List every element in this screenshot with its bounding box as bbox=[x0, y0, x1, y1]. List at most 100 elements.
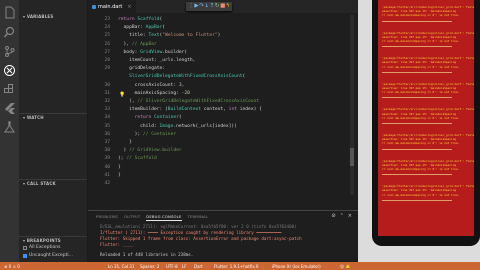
code-line[interactable]: } bbox=[118, 165, 121, 170]
breakpoint-uncaught-exceptions[interactable]: Uncaught Excepti... bbox=[23, 253, 73, 258]
status-problems[interactable]: ⊗ 0 ⚠ 0 bbox=[4, 264, 20, 269]
variables-section-title[interactable]: VARIABLES bbox=[23, 14, 53, 19]
line-number: 41 bbox=[104, 172, 110, 178]
error-separator bbox=[382, 123, 452, 124]
breakpoint-label: Uncaught Excepti... bbox=[29, 253, 73, 258]
code-line[interactable]: ), // SliverGridDelegateWithFixedCrossAx… bbox=[118, 99, 259, 104]
status-indentation[interactable]: Spaces: 2 bbox=[140, 264, 159, 269]
status-language[interactable]: Dart bbox=[194, 264, 203, 269]
status-flutter-version[interactable]: Flutter: 1.9.1+hotfix.6 bbox=[214, 264, 259, 269]
extensions-icon[interactable] bbox=[3, 83, 16, 96]
clear-console-icon[interactable]: ⊘ bbox=[331, 213, 335, 219]
line-number: 38 bbox=[104, 148, 110, 154]
activity-bar bbox=[0, 0, 19, 262]
watch-section-title[interactable]: WATCH bbox=[23, 115, 44, 120]
status-cursor-position[interactable]: Ln 31, Col 31 bbox=[108, 264, 134, 269]
debug-icon[interactable] bbox=[3, 64, 16, 77]
breakpoint-all-exceptions[interactable]: All Exceptions bbox=[23, 245, 61, 250]
call-stack-section-title[interactable]: CALL STACK bbox=[23, 181, 56, 186]
error-separator bbox=[382, 46, 452, 48]
test-icon[interactable] bbox=[3, 121, 16, 134]
close-icon[interactable]: × bbox=[127, 4, 131, 10]
search-icon[interactable] bbox=[3, 26, 16, 39]
tab-problems[interactable]: PROBLEMS bbox=[96, 214, 118, 221]
continue-icon[interactable]: ▶ bbox=[194, 2, 198, 11]
line-number: 32 bbox=[104, 99, 110, 104]
lightbulb-icon[interactable]: 💡 bbox=[119, 92, 125, 98]
code-line[interactable]: } bbox=[118, 173, 121, 178]
line-number: 23 bbox=[104, 17, 110, 22]
code-line[interactable]: return Container( bbox=[118, 115, 182, 120]
line-number: 33 bbox=[104, 107, 110, 113]
code-line[interactable]: child: Image.network(_urls[index])) bbox=[118, 124, 237, 129]
checkbox[interactable] bbox=[23, 245, 27, 250]
status-notifications[interactable]: ☺ 🔔 bbox=[340, 264, 350, 269]
line-number: 39 bbox=[104, 156, 110, 162]
code-line[interactable]: title: Text("Welcome to Flutter") bbox=[118, 33, 220, 38]
line-number: 37 bbox=[104, 140, 110, 145]
error-text-line: != null && mainAxisSpacing >= 0': is not… bbox=[382, 64, 460, 69]
line-number: 31 bbox=[104, 90, 110, 96]
tab-main-dart[interactable]: main.dart × bbox=[88, 0, 136, 13]
scrollbar-thumb[interactable] bbox=[350, 148, 354, 166]
error-separator bbox=[382, 148, 452, 150]
error-text-line: != null && mainAxisSpacing >= 0': is not… bbox=[382, 90, 460, 95]
code-line[interactable]: body: GridView.builder( bbox=[118, 50, 188, 55]
code-line[interactable]: SliverGridDelegateWithFixedCrossAxisCoun… bbox=[118, 74, 245, 79]
line-number: 40 bbox=[104, 164, 110, 170]
breakpoints-section-title[interactable]: BREAKPOINTS bbox=[23, 238, 61, 243]
error-separator bbox=[382, 174, 452, 176]
line-number: 29 bbox=[104, 66, 110, 72]
code-line[interactable]: ) // GridView.builder bbox=[118, 148, 182, 153]
line-number: 42 bbox=[104, 181, 110, 186]
code-line[interactable]: } bbox=[118, 140, 132, 145]
line-number: 26 bbox=[104, 41, 110, 47]
error-text-line: != null && mainAxisSpacing >= 0': is not… bbox=[382, 115, 460, 120]
source-control-icon[interactable] bbox=[3, 45, 16, 58]
error-separator bbox=[382, 20, 452, 22]
panel-tabs: PROBLEMS OUTPUT DEBUG CONSOLE TERMINAL bbox=[96, 214, 208, 221]
tab-output[interactable]: OUTPUT bbox=[124, 214, 140, 221]
close-icon[interactable]: × bbox=[348, 213, 352, 219]
tab-debug-console[interactable]: DEBUG CONSOLE bbox=[146, 214, 182, 221]
chevron-up-icon[interactable]: ⌃ bbox=[340, 213, 344, 219]
panel-actions: ⊘ ⌃ × bbox=[331, 213, 352, 219]
code-line[interactable]: mainAxisSpacing: -20 bbox=[118, 91, 190, 96]
error-text-line: != null && mainAxisSpacing >= 0': is not… bbox=[382, 141, 460, 146]
stop-icon[interactable]: ■ bbox=[220, 2, 225, 11]
code-line[interactable]: appBar: AppBar( bbox=[118, 25, 166, 30]
code-line[interactable]: ); // Scaffold bbox=[118, 156, 157, 161]
line-number: 36 bbox=[104, 131, 110, 137]
tab-terminal[interactable]: TERMINAL bbox=[188, 214, 209, 221]
divider bbox=[19, 113, 87, 114]
status-line-ending[interactable]: LF bbox=[182, 264, 187, 269]
files-icon[interactable] bbox=[3, 6, 16, 19]
step-over-icon[interactable]: ↷ bbox=[199, 2, 204, 11]
code-editor[interactable]: main.dart × ⋮ ▶ ↷ ↓ ↑ ↻ ■ ϟ 23 return Sca… bbox=[88, 0, 358, 210]
divider bbox=[19, 236, 87, 237]
debug-toolbar: ⋮ ▶ ↷ ↓ ↑ ↻ ■ ϟ bbox=[186, 2, 232, 11]
status-device[interactable]: iPhone Xr (ios Emulator) bbox=[272, 264, 321, 269]
restart-icon[interactable]: ↻ bbox=[215, 2, 220, 11]
step-out-icon[interactable]: ↑ bbox=[210, 2, 215, 11]
code-line[interactable]: itemBuilder: (BuildContext context, int … bbox=[118, 107, 262, 112]
drag-handle-icon[interactable]: ⋮ bbox=[188, 2, 194, 11]
status-encoding[interactable]: UTF-8 bbox=[166, 264, 178, 269]
scrollbar-track[interactable] bbox=[350, 15, 354, 195]
code-line[interactable]: return Scaffold( bbox=[118, 17, 162, 22]
code-line[interactable]: ); // Container bbox=[118, 132, 177, 137]
flutter-icon[interactable] bbox=[3, 102, 16, 115]
code-line[interactable]: ), // AppBar bbox=[118, 42, 157, 47]
code-line[interactable]: crossAxisCount: 3, bbox=[118, 83, 185, 88]
simulator-screen[interactable]: 'package:flutter/src/rendering/sliver_gr… bbox=[378, 0, 474, 236]
debug-sidebar: VARIABLES WATCH CALL STACK BREAKPOINTS A… bbox=[19, 0, 88, 262]
code-line[interactable]: gridDelegate: bbox=[118, 66, 165, 71]
line-number: 28 bbox=[104, 58, 110, 63]
step-into-icon[interactable]: ↓ bbox=[204, 2, 209, 11]
code-line[interactable]: itemCount: _urls.length, bbox=[118, 58, 195, 63]
console-line: I/flutter ( 2711): ════ Exception caught… bbox=[100, 230, 282, 235]
error-text-line: != null && mainAxisSpacing >= 0': is not… bbox=[382, 192, 460, 197]
checkbox[interactable] bbox=[23, 253, 27, 258]
hot-reload-icon[interactable]: ϟ bbox=[226, 2, 230, 11]
line-number: 34 bbox=[104, 115, 110, 121]
